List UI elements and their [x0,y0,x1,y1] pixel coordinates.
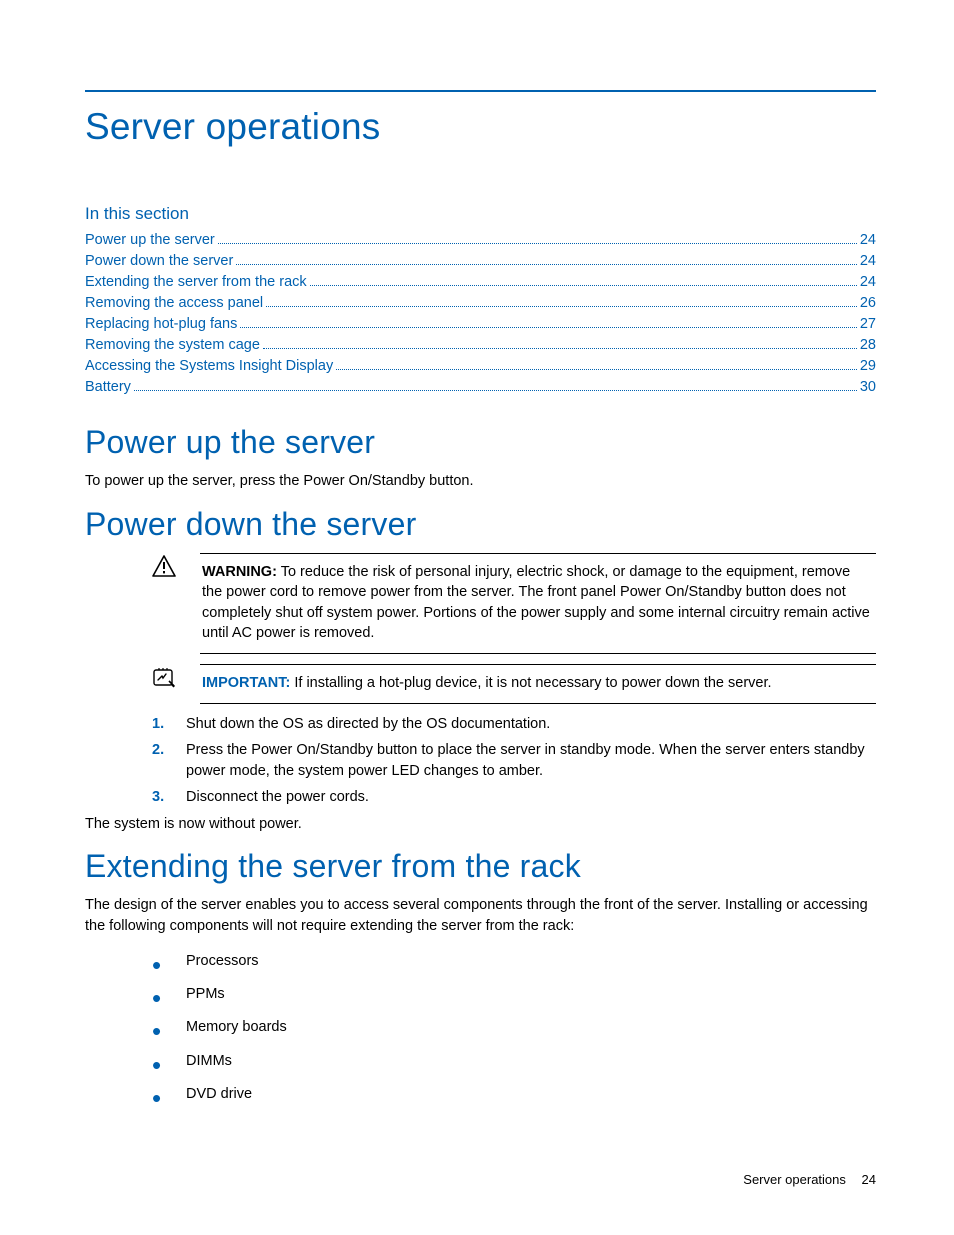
toc-title: Replacing hot-plug fans [85,314,237,335]
bullet-text: DIMMs [186,1051,876,1072]
step-number: 2. [152,740,186,761]
footer-page-number: 24 [862,1172,876,1187]
list-item: •Memory boards [152,1017,876,1038]
step-item: 1. Shut down the OS as directed by the O… [152,714,876,735]
important-icon [152,664,200,688]
heading-power-up: Power up the server [85,424,876,461]
list-item: •DVD drive [152,1084,876,1105]
toc-entry[interactable]: Extending the server from the rack 24 [85,272,876,293]
toc-page: 28 [860,335,876,356]
bullet-text: Processors [186,951,876,972]
bullet-icon: • [152,1051,186,1072]
toc-leader [236,264,857,265]
top-rule [85,90,876,92]
step-text: Disconnect the power cords. [186,787,876,808]
power-up-text: To power up the server, press the Power … [85,471,876,492]
warning-label: WARNING: [202,564,277,580]
toc-leader [134,390,857,391]
step-item: 3. Disconnect the power cords. [152,787,876,808]
bullet-icon: • [152,984,186,1005]
bullet-text: DVD drive [186,1084,876,1105]
toc-page: 24 [860,272,876,293]
extending-intro: The design of the server enables you to … [85,895,876,936]
toc-leader [240,327,857,328]
list-item: •DIMMs [152,1051,876,1072]
step-text: Press the Power On/Standby button to pla… [186,740,876,781]
toc-entry[interactable]: Removing the system cage 28 [85,335,876,356]
table-of-contents: Power up the server 24 Power down the se… [85,230,876,398]
toc-title: Power down the server [85,251,233,272]
toc-leader [266,306,857,307]
step-item: 2. Press the Power On/Standby button to … [152,740,876,781]
bullet-icon: • [152,951,186,972]
toc-entry[interactable]: Replacing hot-plug fans 27 [85,314,876,335]
power-down-closing: The system is now without power. [85,814,876,835]
important-body: IMPORTANT: If installing a hot-plug devi… [200,664,876,704]
bullet-icon: • [152,1017,186,1038]
toc-entry[interactable]: Removing the access panel 26 [85,293,876,314]
toc-leader [218,243,857,244]
toc-leader [310,285,857,286]
important-label: IMPORTANT: [202,675,290,691]
toc-entry[interactable]: Power up the server 24 [85,230,876,251]
toc-page: 29 [860,356,876,377]
toc-page: 24 [860,251,876,272]
toc-title: Power up the server [85,230,215,251]
toc-title: Accessing the Systems Insight Display [85,356,333,377]
warning-icon [152,553,200,577]
bullet-text: Memory boards [186,1017,876,1038]
step-number: 1. [152,714,186,735]
chapter-title: Server operations [85,106,876,148]
heading-power-down: Power down the server [85,506,876,543]
list-item: •PPMs [152,984,876,1005]
bullet-text: PPMs [186,984,876,1005]
toc-entry[interactable]: Power down the server 24 [85,251,876,272]
toc-title: Removing the access panel [85,293,263,314]
warning-body: WARNING: To reduce the risk of personal … [200,553,876,654]
toc-leader [336,369,857,370]
extending-bullets: •Processors •PPMs •Memory boards •DIMMs … [152,951,876,1105]
warning-block: WARNING: To reduce the risk of personal … [152,553,876,704]
toc-entry[interactable]: Accessing the Systems Insight Display 29 [85,356,876,377]
toc-title: Removing the system cage [85,335,260,356]
page-footer: Server operations 24 [743,1172,876,1187]
toc-page: 30 [860,377,876,398]
toc-title: Battery [85,377,131,398]
power-down-steps: 1. Shut down the OS as directed by the O… [152,714,876,808]
toc-page: 26 [860,293,876,314]
footer-section: Server operations [743,1172,846,1187]
list-item: •Processors [152,951,876,972]
step-text: Shut down the OS as directed by the OS d… [186,714,876,735]
bullet-icon: • [152,1084,186,1105]
page: Server operations In this section Power … [0,0,954,1235]
step-number: 3. [152,787,186,808]
heading-extending: Extending the server from the rack [85,848,876,885]
warning-text: To reduce the risk of personal injury, e… [202,564,870,642]
in-this-section-label: In this section [85,204,876,224]
toc-page: 27 [860,314,876,335]
important-text: If installing a hot-plug device, it is n… [290,675,771,691]
toc-entry[interactable]: Battery 30 [85,377,876,398]
toc-leader [263,348,857,349]
toc-title: Extending the server from the rack [85,272,307,293]
toc-page: 24 [860,230,876,251]
